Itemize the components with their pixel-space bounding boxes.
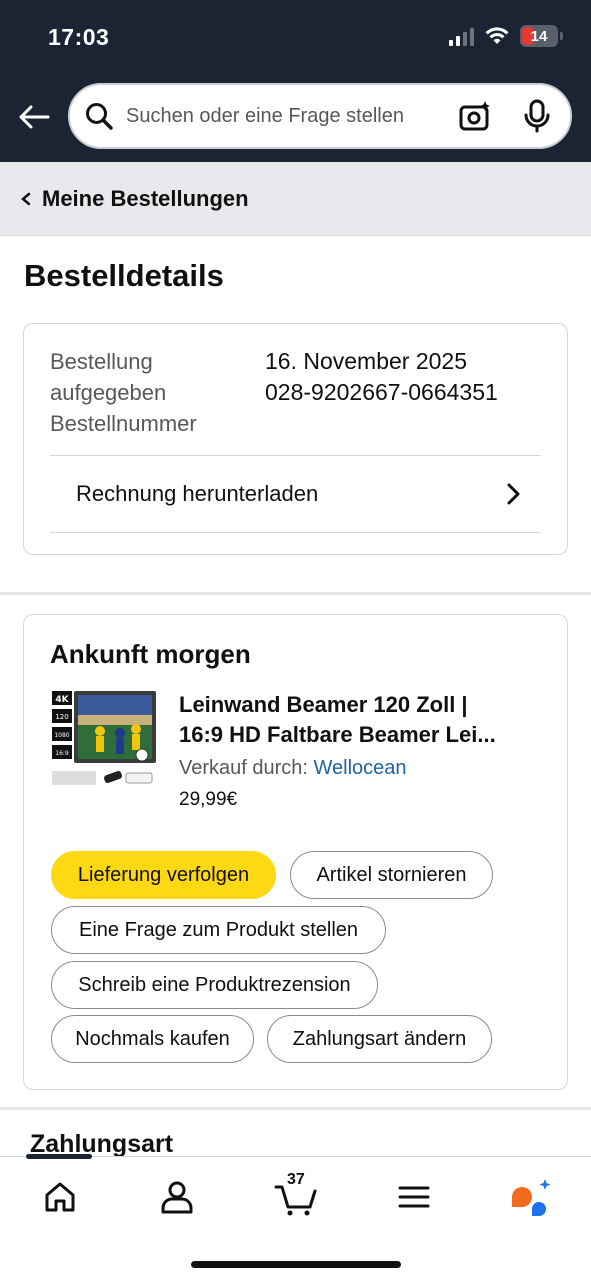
top-header: 17:03 14 Suchen oder eine Frage stellen [0, 0, 591, 162]
order-number-label: Bestellnummer [50, 411, 197, 436]
badge-4k: 4K [55, 695, 69, 705]
microphone-icon[interactable] [522, 99, 552, 133]
search-icon [86, 103, 113, 130]
breadcrumb-label[interactable]: Meine Bestellungen [42, 186, 249, 212]
order-info-labels: Bestellung aufgegeben Bestellnummer [50, 346, 250, 439]
battery-level: 14 [530, 27, 548, 45]
change-payment-button[interactable]: Zahlungsart ändern [267, 1015, 492, 1063]
active-tab-indicator [26, 1154, 92, 1159]
product-title[interactable]: Leinwand Beamer 120 Zoll | 16:9 HD Faltb… [179, 690, 539, 750]
section-separator [0, 1107, 591, 1110]
track-delivery-button[interactable]: Lieferung verfolgen [51, 851, 276, 899]
order-placed-label: Bestellung aufgegeben [50, 349, 167, 405]
back-arrow-icon[interactable] [16, 99, 52, 135]
ask-product-question-button[interactable]: Eine Frage zum Produkt stellen [51, 906, 386, 954]
account-icon[interactable] [157, 1177, 197, 1217]
write-review-button[interactable]: Schreib eine Produktrezension [51, 961, 378, 1009]
camera-search-icon[interactable] [458, 99, 492, 133]
badge-120: 120 [55, 713, 68, 721]
cellular-signal-icon [449, 26, 474, 46]
sold-by-label: Verkauf durch: [179, 757, 308, 779]
divider [50, 532, 541, 533]
badge-1080: 1080 [54, 732, 69, 739]
order-number: 028-9202667-0664351 [265, 379, 498, 405]
buy-again-button[interactable]: Nochmals kaufen [51, 1015, 254, 1063]
menu-icon[interactable] [394, 1177, 434, 1217]
product-title-line2[interactable]: 16:9 HD Faltbare Beamer Lei... [179, 720, 539, 750]
battery-icon: 14 [520, 25, 558, 47]
delivery-status-heading: Ankunft morgen [50, 639, 251, 669]
home-indicator [191, 1261, 401, 1268]
cart-count: 37 [287, 1171, 305, 1188]
status-icons: 14 [449, 25, 563, 47]
breadcrumb[interactable]: Meine Bestellungen [0, 162, 591, 236]
order-info-values: 16. November 2025 028-9202667-0664351 [265, 346, 498, 408]
sold-by: Verkauf durch: Wellocean [179, 757, 407, 780]
rufus-assistant-icon[interactable] [509, 1177, 553, 1217]
product-title-line1[interactable]: Leinwand Beamer 120 Zoll | [179, 690, 539, 720]
product-price: 29,99€ [179, 789, 238, 810]
order-details-screen: 17:03 14 Suchen oder eine Frage stellen … [0, 0, 591, 1280]
order-info-card: Bestellung aufgegeben Bestellnummer 16. … [23, 323, 568, 555]
product-image[interactable]: 4K 120 1080 16:9 [50, 687, 158, 791]
search-placeholder[interactable]: Suchen oder eine Frage stellen [126, 105, 458, 128]
page-title: Bestelldetails [24, 258, 224, 293]
section-separator [0, 592, 591, 595]
chevron-left-icon [21, 192, 31, 205]
badge-16-9: 16:9 [55, 750, 69, 757]
chevron-right-icon [507, 483, 520, 505]
wifi-icon [485, 27, 509, 44]
shipment-card: Ankunft morgen 4K 120 1080 16:9 Leinwand… [23, 614, 568, 1090]
search-bar[interactable]: Suchen oder eine Frage stellen [68, 83, 572, 149]
status-time: 17:03 [48, 24, 110, 50]
bottom-nav: 37 [0, 1154, 591, 1280]
download-invoice-link[interactable]: Rechnung herunterladen [50, 456, 541, 532]
home-icon[interactable] [40, 1177, 80, 1217]
order-date: 16. November 2025 [265, 348, 468, 374]
download-invoice-label[interactable]: Rechnung herunterladen [76, 481, 318, 507]
cancel-item-button[interactable]: Artikel stornieren [290, 851, 493, 899]
seller-link[interactable]: Wellocean [314, 757, 407, 779]
